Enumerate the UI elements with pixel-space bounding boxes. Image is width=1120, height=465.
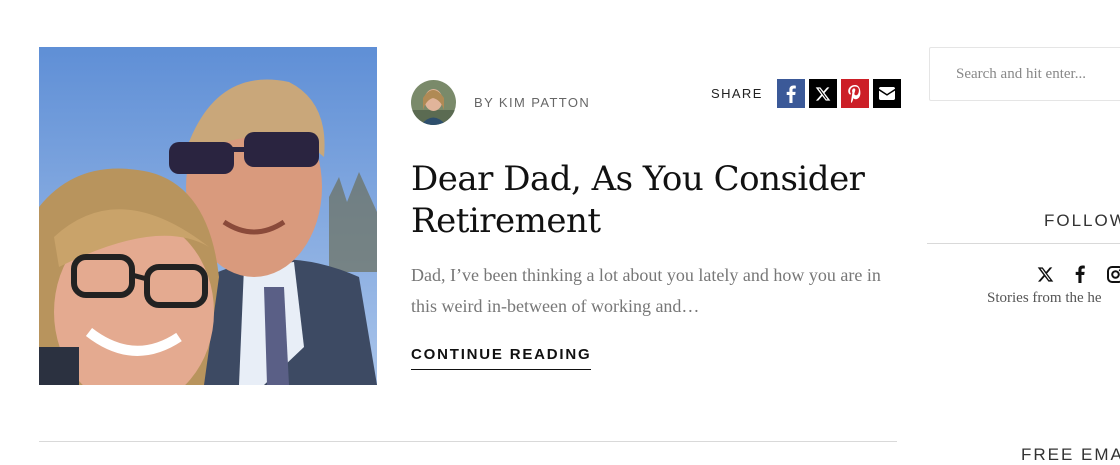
search-box <box>929 47 1120 101</box>
follow-heading: FOLLOW <box>1044 211 1120 231</box>
share-bar: SHARE <box>711 79 901 108</box>
free-email-heading: FREE EMAI <box>1021 445 1120 465</box>
author-meta: BY KIM PATTON <box>411 80 590 125</box>
share-facebook-button[interactable] <box>777 79 805 108</box>
share-x-button[interactable] <box>809 79 837 108</box>
author-avatar[interactable] <box>411 80 456 125</box>
post-title[interactable]: Dear Dad, As You Consider Retirement <box>411 158 891 242</box>
x-icon <box>815 86 831 102</box>
continue-reading-link[interactable]: CONTINUE READING <box>411 346 591 370</box>
post-divider <box>39 441 897 442</box>
post-excerpt: Dad, I’ve been thinking a lot about you … <box>411 260 901 322</box>
follow-icons <box>1036 264 1120 284</box>
share-pinterest-button[interactable] <box>841 79 869 108</box>
follow-x-link[interactable] <box>1036 264 1054 284</box>
post-photo <box>39 47 377 385</box>
author-byline[interactable]: BY KIM PATTON <box>474 95 590 110</box>
share-label: SHARE <box>711 86 763 101</box>
x-icon <box>1037 266 1054 283</box>
search-input[interactable] <box>930 48 1120 100</box>
facebook-icon <box>786 85 796 103</box>
follow-facebook-link[interactable] <box>1071 264 1089 284</box>
follow-instagram-link[interactable] <box>1106 264 1120 284</box>
author-avatar-image <box>411 80 456 125</box>
pinterest-icon <box>848 85 862 103</box>
instagram-icon <box>1107 266 1120 283</box>
facebook-icon <box>1075 265 1085 283</box>
post-thumbnail[interactable] <box>39 47 377 385</box>
share-email-button[interactable] <box>873 79 901 108</box>
sidebar-divider <box>927 243 1120 244</box>
sidebar-tagline: Stories from the he <box>987 290 1102 307</box>
email-icon <box>879 87 895 100</box>
